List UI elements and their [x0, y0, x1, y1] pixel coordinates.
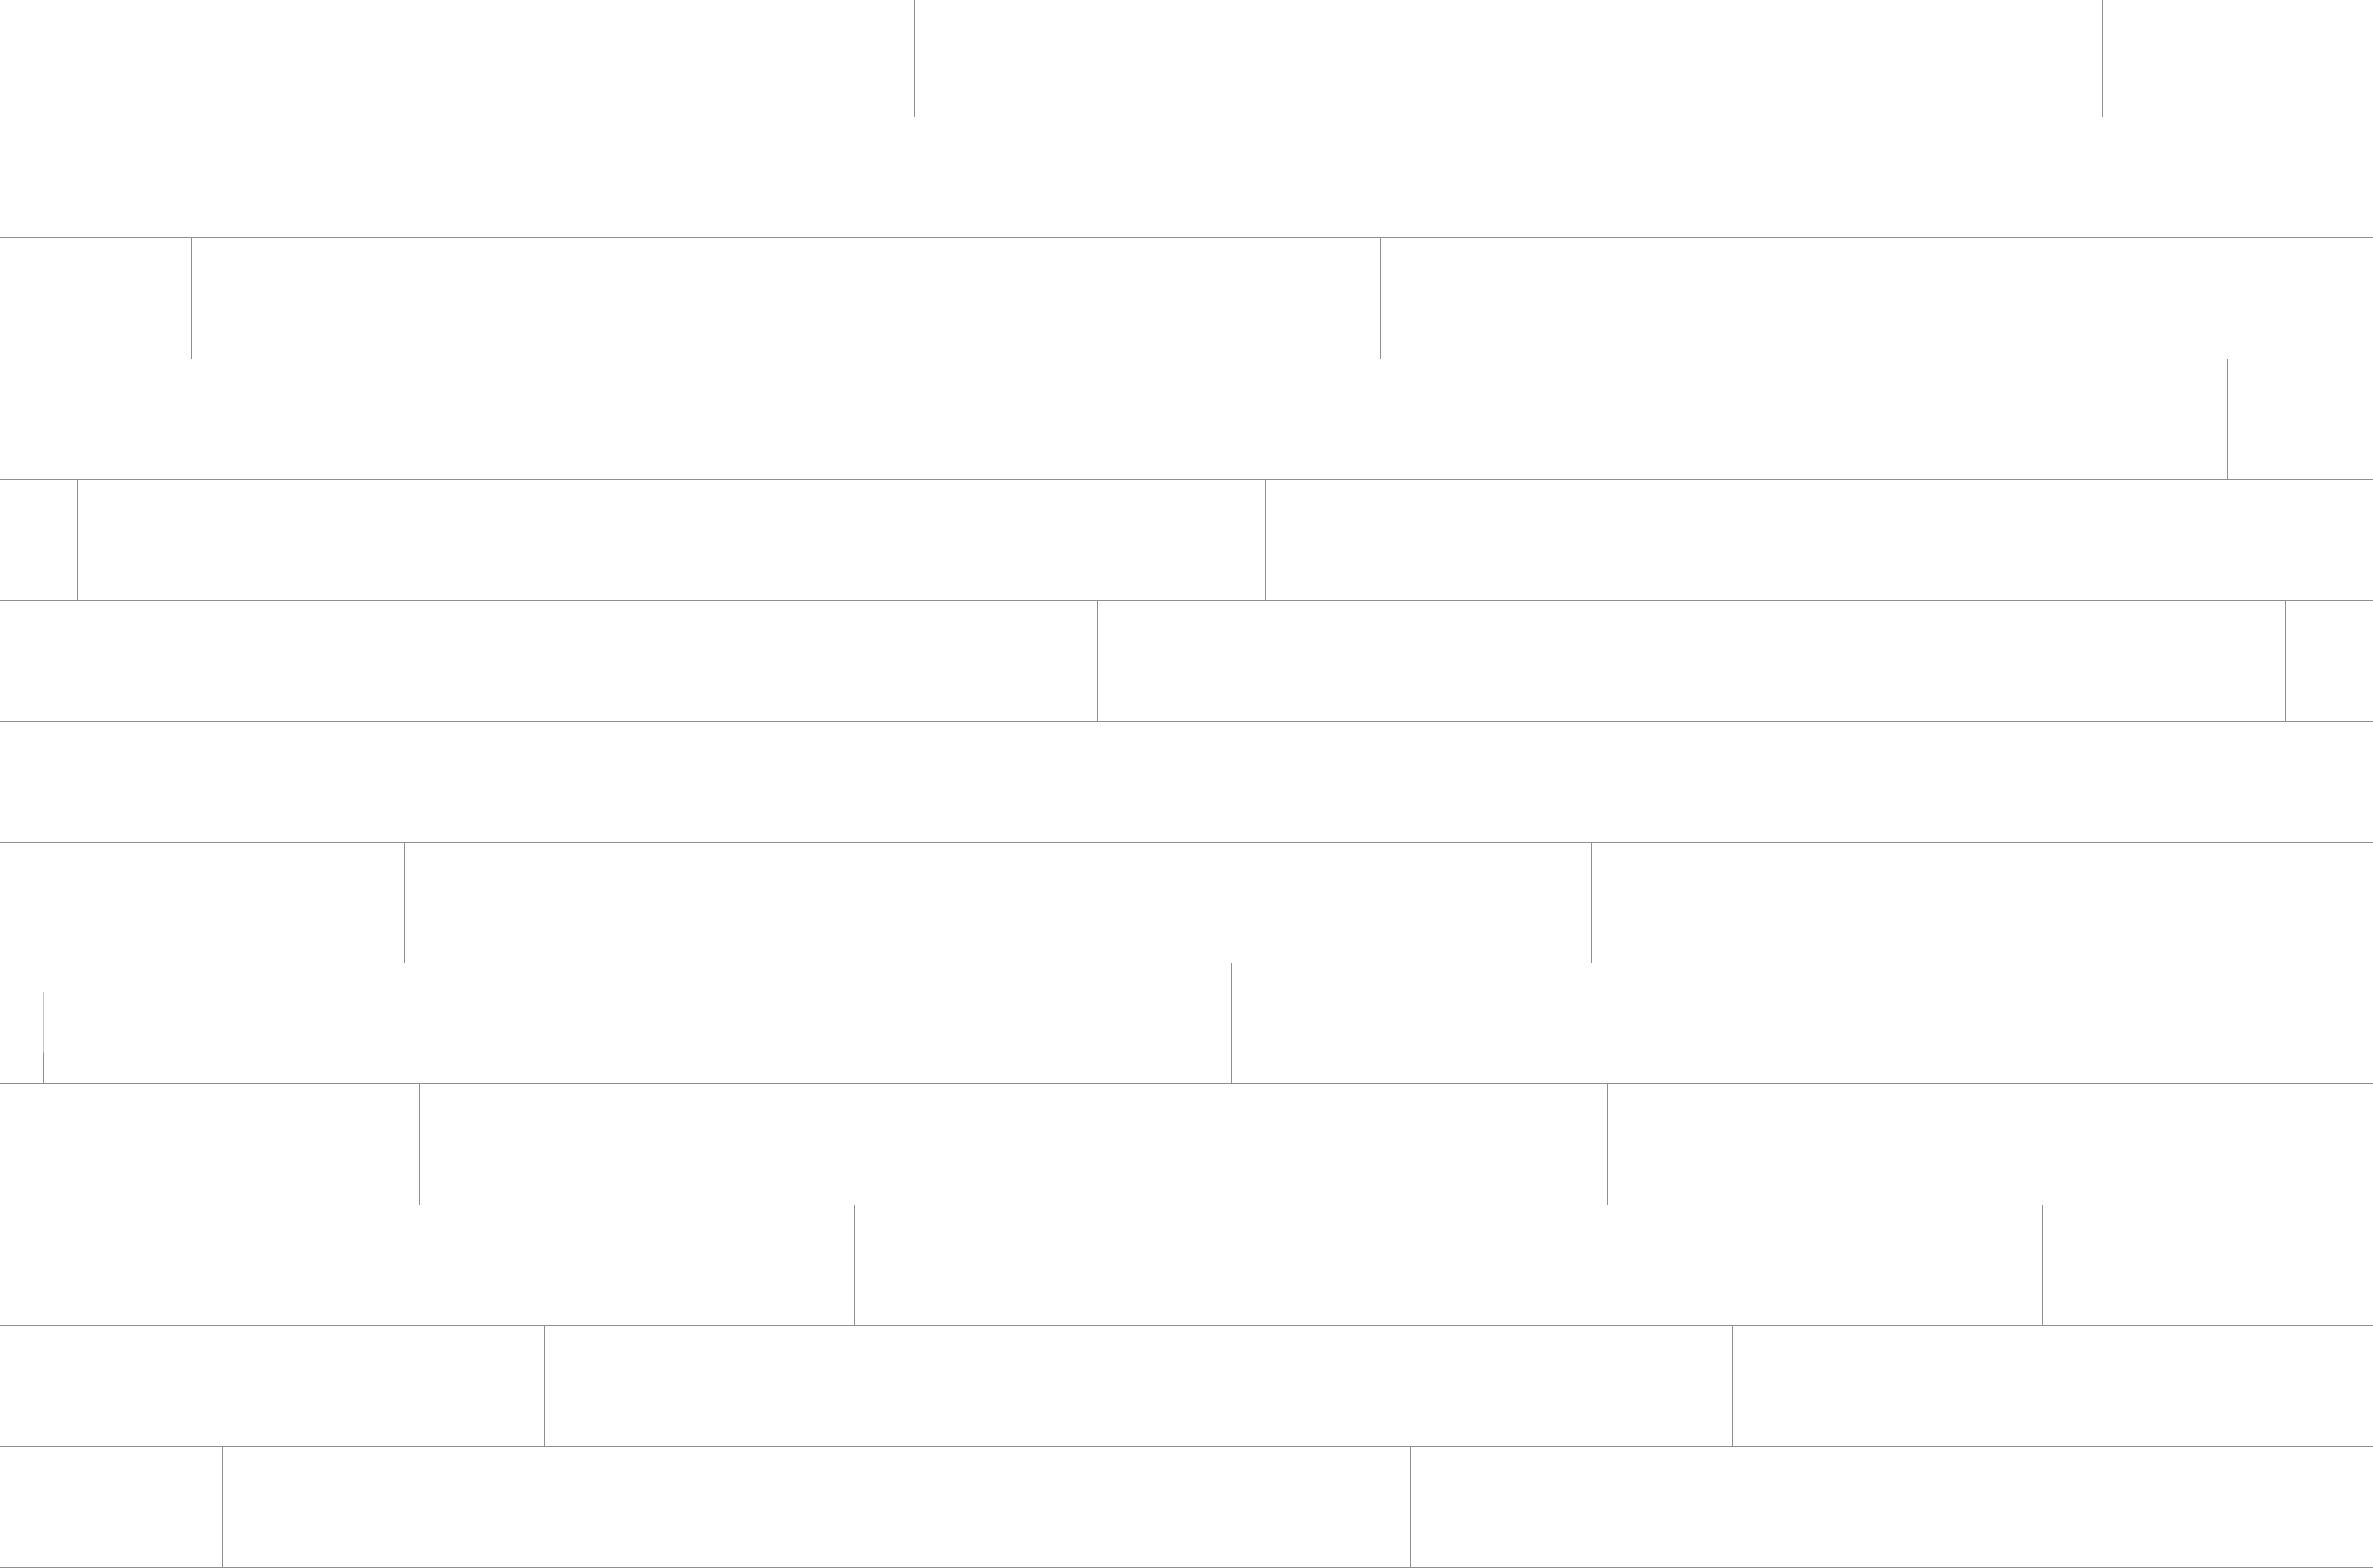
- pattern-background: [0, 0, 2373, 1568]
- plank-pattern: [0, 0, 2373, 1568]
